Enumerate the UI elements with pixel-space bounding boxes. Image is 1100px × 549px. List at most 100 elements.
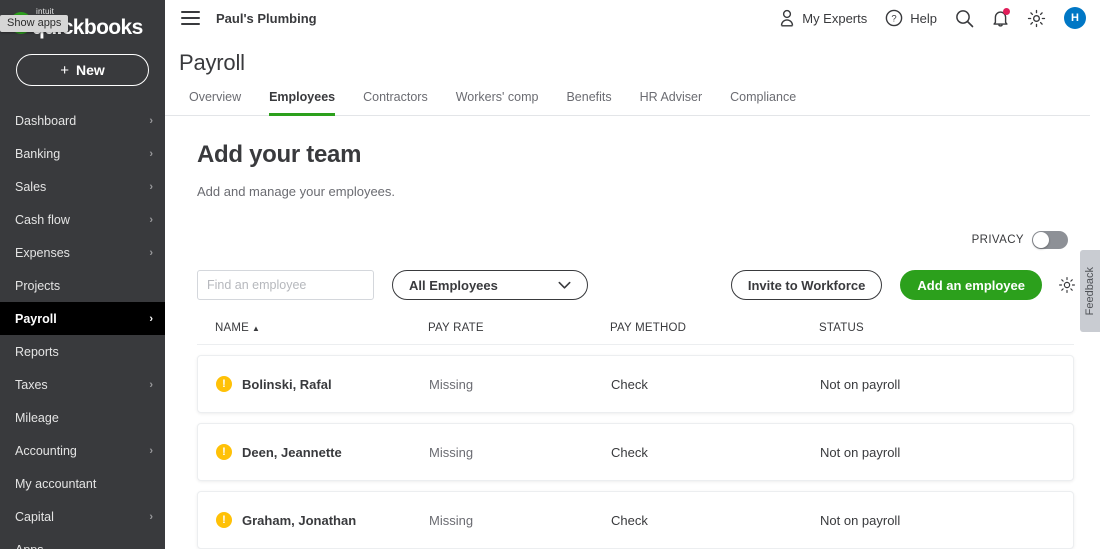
tab-benefits[interactable]: Benefits xyxy=(566,90,611,116)
column-header-pay-rate[interactable]: PAY RATE xyxy=(428,322,610,334)
search-employee-box[interactable] xyxy=(197,270,374,300)
question-circle-icon: ? xyxy=(885,9,903,27)
sidebar-item-apps[interactable]: Apps xyxy=(0,533,165,549)
top-bar: Paul's Plumbing My Experts ? Help H xyxy=(165,0,1100,36)
chevron-right-icon: › xyxy=(149,312,153,325)
sidebar-item-label: Dashboard xyxy=(15,113,77,128)
company-name: Paul's Plumbing xyxy=(216,10,317,26)
table-settings-button[interactable] xyxy=(1058,276,1076,294)
sidebar-item-mileage[interactable]: Mileage xyxy=(0,401,165,434)
chevron-right-icon: › xyxy=(149,180,153,193)
warning-icon: ! xyxy=(216,376,232,392)
tab-hr-adviser[interactable]: HR Adviser xyxy=(640,90,703,116)
chevron-right-icon: › xyxy=(149,213,153,226)
plus-icon: + xyxy=(60,61,69,79)
column-header-name[interactable]: NAME ▲ xyxy=(215,322,428,334)
show-apps-chip[interactable]: Show apps xyxy=(0,15,69,32)
privacy-label: PRIVACY xyxy=(971,234,1024,246)
notification-badge xyxy=(1003,7,1010,15)
add-an-employee-button[interactable]: Add an employee xyxy=(900,270,1042,300)
sidebar-item-label: Reports xyxy=(15,344,59,359)
search-icon[interactable] xyxy=(955,9,974,28)
sidebar-item-payroll[interactable]: Payroll › xyxy=(0,302,165,335)
sidebar-item-accounting[interactable]: Accounting › xyxy=(0,434,165,467)
sidebar-item-label: Payroll xyxy=(15,311,57,326)
gear-icon[interactable] xyxy=(1027,9,1046,28)
employee-name-cell: ! Bolinski, Rafal xyxy=(216,376,429,392)
sidebar-item-label: Apps xyxy=(15,543,44,549)
privacy-toggle[interactable] xyxy=(1032,231,1068,249)
tab-overview[interactable]: Overview xyxy=(189,90,241,116)
sidebar-item-label: Sales xyxy=(15,179,47,194)
page-title: Payroll xyxy=(179,50,245,75)
new-button[interactable]: + New xyxy=(16,54,149,86)
privacy-toggle-knob xyxy=(1033,232,1049,248)
pay-method-cell: Check xyxy=(611,512,648,528)
new-button-label: New xyxy=(75,62,105,78)
hamburger-menu-icon[interactable] xyxy=(181,11,200,25)
sidebar-item-label: Expenses xyxy=(15,245,70,260)
search-input[interactable] xyxy=(207,278,368,292)
invite-to-workforce-button[interactable]: Invite to Workforce xyxy=(730,270,883,300)
sidebar-item-expenses[interactable]: Expenses › xyxy=(0,236,165,269)
person-icon xyxy=(781,9,794,27)
tab-compliance[interactable]: Compliance xyxy=(730,90,796,116)
section-heading: Add your team xyxy=(197,141,362,168)
sidebar-item-label: Accounting xyxy=(15,443,77,458)
employee-name: Bolinski, Rafal xyxy=(242,376,332,392)
gear-icon xyxy=(1059,277,1075,293)
employee-filter-dropdown[interactable]: All Employees xyxy=(392,270,588,300)
chevron-right-icon: › xyxy=(149,510,153,523)
sidebar-item-banking[interactable]: Banking › xyxy=(0,137,165,170)
svg-text:?: ? xyxy=(892,14,897,25)
column-header-status[interactable]: STATUS xyxy=(819,322,1074,334)
chevron-right-icon: › xyxy=(149,444,153,457)
pay-method-cell: Check xyxy=(611,376,648,392)
chevron-down-icon xyxy=(558,281,571,289)
tab-contractors[interactable]: Contractors xyxy=(363,90,428,116)
sidebar-nav: Dashboard › Banking › Sales › Cash flow … xyxy=(0,104,165,549)
help-label: Help xyxy=(910,10,937,26)
sidebar: intuit quickbooks Show apps + New Dashbo… xyxy=(0,0,165,549)
sidebar-item-my-accountant[interactable]: My accountant xyxy=(0,467,165,500)
chevron-right-icon: › xyxy=(149,378,153,391)
chevron-right-icon: › xyxy=(149,147,153,160)
tab-employees[interactable]: Employees xyxy=(269,90,336,116)
employee-toolbar: All Employees Invite to Workforce Add an… xyxy=(197,249,1076,300)
sidebar-item-label: Banking xyxy=(15,146,61,161)
my-experts-button[interactable]: My Experts xyxy=(779,9,867,27)
sidebar-item-dashboard[interactable]: Dashboard › xyxy=(0,104,165,137)
sidebar-item-label: My accountant xyxy=(15,476,97,491)
sidebar-item-projects[interactable]: Projects xyxy=(0,269,165,302)
feedback-tab[interactable]: Feedback xyxy=(1080,250,1100,332)
tab-workers-comp[interactable]: Workers' comp xyxy=(456,90,539,116)
warning-icon: ! xyxy=(216,444,232,460)
table-row[interactable]: ! Deen, Jeannette Missing Check Not on p… xyxy=(197,423,1074,481)
status-cell: Not on payroll xyxy=(820,512,901,528)
avatar[interactable]: H xyxy=(1064,7,1086,29)
table-row[interactable]: ! Bolinski, Rafal Missing Check Not on p… xyxy=(197,355,1074,413)
sidebar-item-taxes[interactable]: Taxes › xyxy=(0,368,165,401)
column-header-name-label: NAME xyxy=(215,322,250,334)
employee-name: Deen, Jeannette xyxy=(242,444,342,460)
sidebar-item-capital[interactable]: Capital › xyxy=(0,500,165,533)
pay-rate-cell: Missing xyxy=(429,376,474,392)
sidebar-item-cash-flow[interactable]: Cash flow › xyxy=(0,203,165,236)
chevron-right-icon: › xyxy=(149,246,153,259)
help-button[interactable]: ? Help xyxy=(885,9,937,27)
column-header-pay-method[interactable]: PAY METHOD xyxy=(610,322,819,334)
brand-logo-area[interactable]: intuit quickbooks Show apps xyxy=(0,0,165,40)
sidebar-item-label: Cash flow xyxy=(15,212,70,227)
warning-icon: ! xyxy=(216,512,232,528)
notifications-button[interactable] xyxy=(992,7,1010,28)
sidebar-item-reports[interactable]: Reports xyxy=(0,335,165,368)
sidebar-item-label: Mileage xyxy=(15,410,59,425)
employee-name-cell: ! Deen, Jeannette xyxy=(216,444,429,460)
sort-ascending-icon: ▲ xyxy=(252,324,261,333)
pay-rate-cell: Missing xyxy=(429,512,474,528)
section-subheading: Add and manage your employees. xyxy=(197,184,396,199)
table-row[interactable]: ! Graham, Jonathan Missing Check Not on … xyxy=(197,491,1074,549)
employee-name: Graham, Jonathan xyxy=(242,512,357,528)
sidebar-item-label: Projects xyxy=(15,278,61,293)
sidebar-item-sales[interactable]: Sales › xyxy=(0,170,165,203)
